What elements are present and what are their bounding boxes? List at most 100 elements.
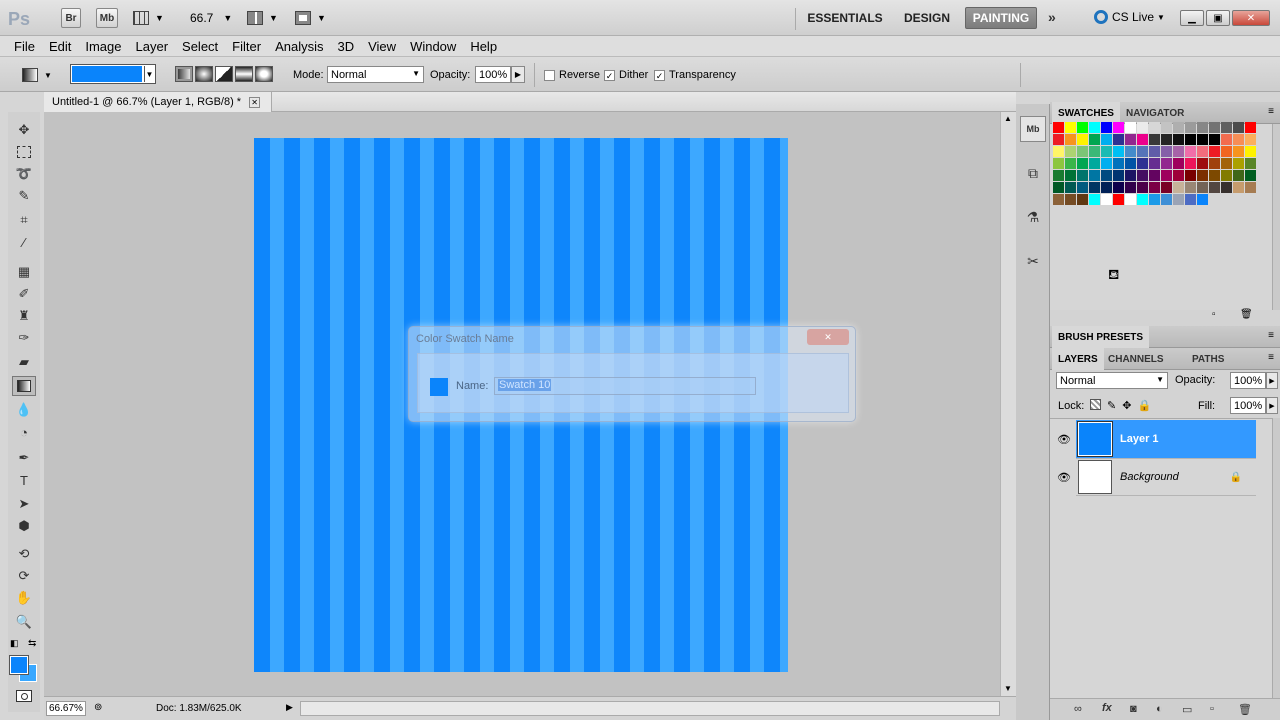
bridge-button[interactable]: Br: [61, 8, 81, 28]
color-swatch[interactable]: [1197, 146, 1208, 157]
color-swatch[interactable]: [1053, 146, 1064, 157]
color-swatch[interactable]: [1209, 182, 1220, 193]
color-swatch[interactable]: [1209, 134, 1220, 145]
gradient-picker[interactable]: ▼: [70, 64, 156, 84]
color-swatch[interactable]: [1233, 146, 1244, 157]
vertical-scrollbar[interactable]: ▲ ▼: [1000, 112, 1016, 696]
color-swatch[interactable]: [1065, 194, 1076, 205]
color-swatch[interactable]: [1245, 134, 1256, 145]
color-swatch[interactable]: [1149, 122, 1160, 133]
color-swatch[interactable]: [1161, 134, 1172, 145]
layer-style-icon[interactable]: fx: [1102, 702, 1112, 714]
color-swatch[interactable]: [1077, 158, 1088, 169]
tab-channels[interactable]: CHANNELS: [1102, 348, 1170, 370]
color-swatch[interactable]: [1089, 170, 1100, 181]
color-swatch[interactable]: [1173, 134, 1184, 145]
color-swatch[interactable]: [1185, 134, 1196, 145]
mini-bridge-panel-button[interactable]: Mb: [1020, 116, 1046, 142]
lasso-tool-icon[interactable]: ➰: [12, 164, 36, 184]
color-swatch[interactable]: [1125, 182, 1136, 193]
swap-colors-icon[interactable]: ⇆: [28, 638, 36, 649]
color-swatch[interactable]: [1077, 170, 1088, 181]
menu-analysis[interactable]: Analysis: [268, 39, 330, 54]
color-swatch[interactable]: [1185, 194, 1196, 205]
color-swatch[interactable]: [1077, 134, 1088, 145]
opacity-input[interactable]: 100%: [475, 66, 511, 83]
color-swatch[interactable]: [1089, 134, 1100, 145]
color-swatch[interactable]: [1137, 134, 1148, 145]
color-swatch[interactable]: [1077, 182, 1088, 193]
lock-all-icon[interactable]: 🔒: [1137, 399, 1151, 412]
color-swatch[interactable]: [1113, 122, 1124, 133]
color-swatch[interactable]: [1161, 146, 1172, 157]
color-swatch[interactable]: [1197, 122, 1208, 133]
layer-opacity-slider-button[interactable]: ▶: [1266, 372, 1278, 389]
dither-checkbox[interactable]: ✓ Dither: [604, 69, 648, 81]
fill-slider-button[interactable]: ▶: [1266, 397, 1278, 414]
color-swatch[interactable]: [1089, 146, 1100, 157]
color-swatch[interactable]: [1161, 170, 1172, 181]
menu-filter[interactable]: Filter: [225, 39, 268, 54]
zoom-level-dropdown[interactable]: 66.7 ▼: [190, 10, 232, 26]
color-swatch[interactable]: [1197, 170, 1208, 181]
color-swatch[interactable]: [1101, 146, 1112, 157]
default-colors-icon[interactable]: ◧: [10, 638, 19, 649]
color-swatch[interactable]: [1065, 182, 1076, 193]
color-swatch[interactable]: [1113, 182, 1124, 193]
history-brush-tool-icon[interactable]: ✑: [12, 328, 36, 348]
screen-mode-dropdown[interactable]: ▼: [295, 10, 329, 26]
status-menu-icon[interactable]: ⊚: [94, 702, 102, 713]
color-swatch[interactable]: [1125, 158, 1136, 169]
color-swatch[interactable]: [1137, 146, 1148, 157]
color-swatch[interactable]: [1077, 122, 1088, 133]
scroll-down-icon[interactable]: ▼: [1004, 684, 1012, 693]
workspace-essentials[interactable]: ESSENTIALS: [805, 7, 885, 29]
color-swatch[interactable]: [1185, 170, 1196, 181]
healing-brush-tool-icon[interactable]: ▦: [12, 262, 36, 282]
color-swatch[interactable]: [1245, 182, 1256, 193]
hand-tool-icon[interactable]: ✋: [12, 588, 36, 608]
reverse-checkbox[interactable]: Reverse: [544, 69, 600, 81]
color-swatch[interactable]: [1065, 134, 1076, 145]
color-swatch[interactable]: [1149, 182, 1160, 193]
swatch-name-input[interactable]: Swatch 10: [494, 377, 756, 395]
tab-navigator[interactable]: NAVIGATOR: [1120, 102, 1190, 124]
color-swatch[interactable]: [1137, 122, 1148, 133]
color-swatch[interactable]: [1197, 194, 1208, 205]
color-swatch[interactable]: [1077, 146, 1088, 157]
reflected-gradient-button[interactable]: [235, 66, 253, 82]
type-tool-icon[interactable]: T: [12, 470, 36, 490]
color-swatch[interactable]: [1185, 182, 1196, 193]
color-swatch[interactable]: [1053, 134, 1064, 145]
panel-menu-icon[interactable]: ≡: [1268, 352, 1274, 363]
fill-input[interactable]: 100%: [1230, 397, 1266, 414]
color-swatch[interactable]: [1185, 158, 1196, 169]
clone-stamp-tool-icon[interactable]: ♜: [12, 306, 36, 326]
blur-tool-icon[interactable]: 💧: [12, 400, 36, 420]
delete-layer-icon[interactable]: 🗑: [1238, 703, 1252, 716]
menu-image[interactable]: Image: [78, 39, 128, 54]
status-zoom-input[interactable]: 66.67%: [46, 701, 86, 716]
opacity-slider-button[interactable]: ▶: [511, 66, 525, 83]
color-swatch[interactable]: [1113, 134, 1124, 145]
color-swatch[interactable]: [1113, 146, 1124, 157]
color-swatch[interactable]: [1221, 158, 1232, 169]
linear-gradient-button[interactable]: [175, 66, 193, 82]
color-swatch[interactable]: [1125, 134, 1136, 145]
panel-menu-icon[interactable]: ≡: [1268, 330, 1274, 341]
color-swatch[interactable]: [1233, 182, 1244, 193]
color-swatch[interactable]: [1221, 122, 1232, 133]
mode-select[interactable]: Normal ▼: [327, 66, 424, 83]
eraser-tool-icon[interactable]: ▰: [12, 352, 36, 372]
layer-row-background[interactable]: Background 🔒: [1076, 458, 1256, 496]
lock-image-icon[interactable]: ✎: [1107, 399, 1116, 412]
diamond-gradient-button[interactable]: [255, 66, 273, 82]
color-swatch[interactable]: [1149, 170, 1160, 181]
color-swatch[interactable]: [1089, 158, 1100, 169]
color-swatch[interactable]: [1101, 194, 1112, 205]
color-swatch[interactable]: [1101, 182, 1112, 193]
maximize-button[interactable]: ▣: [1206, 10, 1230, 26]
color-swatch[interactable]: [1089, 182, 1100, 193]
close-button[interactable]: ✕: [1232, 10, 1270, 26]
color-swatch[interactable]: [1245, 146, 1256, 157]
